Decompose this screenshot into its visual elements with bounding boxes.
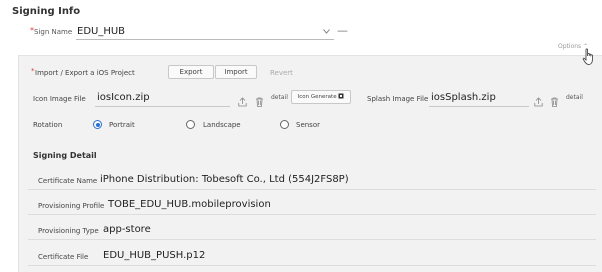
trash-icon[interactable] (550, 92, 559, 111)
import-button[interactable]: Import (215, 65, 257, 79)
row-divider (28, 265, 596, 266)
signing-info-title: Signing Info (12, 6, 81, 17)
splash-image-underline (429, 106, 529, 107)
radio-sensor[interactable] (280, 120, 289, 129)
certificate-file-label: Certificate File (38, 253, 89, 261)
provisioning-profile-label: Provisioning Profile (38, 202, 105, 210)
upload-icon[interactable] (238, 92, 247, 111)
certificate-name-value: iPhone Distribution: Tobesoft Co., Ltd (… (100, 174, 349, 185)
export-button[interactable]: Export (168, 65, 214, 79)
certificate-name-label: Certificate Name (38, 177, 98, 185)
row-divider (28, 239, 596, 240)
icon-image-field[interactable]: iosIcon.zip (97, 92, 150, 103)
project-required-mark: * (31, 67, 35, 75)
icon-detail-link[interactable]: detail (271, 94, 288, 101)
splash-detail-link[interactable]: detail (566, 94, 583, 101)
row-divider (28, 189, 596, 190)
certificate-file-value: EDU_HUB_PUSH.p12 (103, 250, 206, 261)
sign-name-select[interactable]: EDU_HUB (77, 26, 125, 37)
provisioning-type-value: app-store (103, 224, 151, 235)
radio-landscape-label: Landscape (203, 121, 241, 129)
icon-image-label: Icon Image File (33, 95, 86, 103)
provisioning-type-label: Provisioning Type (38, 227, 99, 235)
rotation-label: Rotation (33, 121, 63, 129)
chevron-down-icon[interactable] (323, 27, 330, 36)
remove-sign-button[interactable]: — (337, 24, 348, 37)
row-divider (28, 214, 596, 215)
generate-icon (338, 93, 344, 99)
radio-landscape[interactable] (186, 120, 195, 129)
splash-image-field[interactable]: iosSplash.zip (431, 92, 496, 103)
sign-name-underline (76, 39, 334, 40)
radio-sensor-label: Sensor (296, 121, 320, 129)
radio-portrait-label: Portrait (109, 121, 135, 129)
signing-detail-title: Signing Detail (33, 151, 97, 160)
sign-name-label: Sign Name (34, 28, 73, 36)
project-label: Import / Export a iOS Project (35, 69, 135, 77)
radio-portrait[interactable] (93, 120, 102, 129)
upload-icon[interactable] (534, 92, 543, 111)
icon-image-underline (95, 106, 230, 107)
hand-cursor-icon (582, 48, 596, 70)
provisioning-profile-value: TOBE_EDU_HUB.mobileprovision (108, 199, 271, 210)
splash-image-label: Splash Image File (367, 95, 429, 103)
revert-button[interactable]: Revert (270, 69, 293, 77)
trash-icon[interactable] (255, 92, 264, 111)
icon-generate-button[interactable]: Icon Generate (291, 90, 351, 104)
